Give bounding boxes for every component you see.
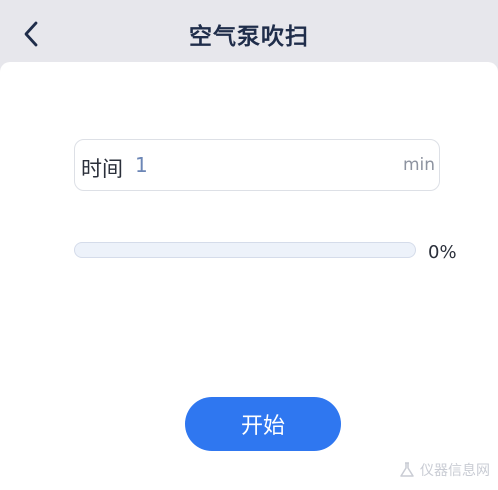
main-panel: 时间 min 0% 开始 仪器信息网 (0, 62, 498, 490)
time-unit: min (402, 155, 435, 175)
progress-bar (74, 242, 416, 258)
progress-percent: 0% (428, 242, 457, 263)
watermark-text: 仪器信息网 (420, 463, 490, 479)
time-field[interactable]: 时间 min (74, 139, 440, 191)
flask-icon (400, 462, 414, 477)
watermark: 仪器信息网 (398, 460, 490, 480)
time-label: 时间 (81, 157, 123, 181)
page-title: 空气泵吹扫 (189, 24, 309, 50)
time-input[interactable] (135, 153, 385, 177)
nav-bar: 空气泵吹扫 (0, 0, 498, 62)
start-button[interactable]: 开始 (185, 397, 341, 451)
